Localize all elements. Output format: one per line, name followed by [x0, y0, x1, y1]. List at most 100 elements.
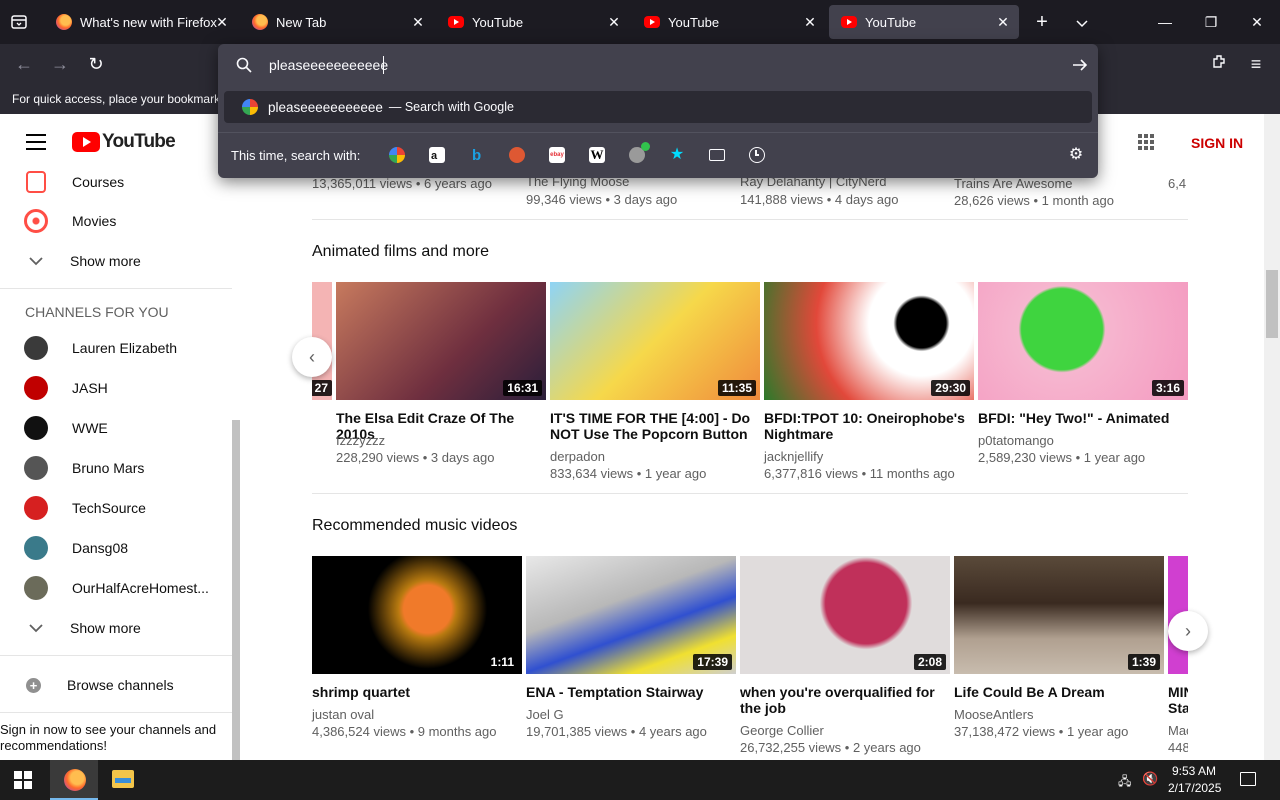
sidebar-item-courses[interactable]: Courses — [0, 162, 232, 202]
clock-date[interactable]: 2/17/2025 — [1168, 781, 1221, 795]
back-button[interactable]: ← — [12, 52, 36, 76]
video-card-partial[interactable]: MIN Sta Mac 448 — [1168, 556, 1188, 760]
video-thumbnail[interactable]: 1:39 — [954, 556, 1164, 674]
file-explorer-icon[interactable] — [112, 770, 134, 788]
channel-avatar — [24, 536, 48, 560]
google-icon[interactable] — [389, 147, 405, 163]
video-title[interactable]: BFDI: "Hey Two!" - Animated — [978, 410, 1188, 426]
video-title[interactable]: IT'S TIME FOR THE [4:00] - Do NOT Use Th… — [550, 410, 760, 442]
search-suggestion-row[interactable]: pleaseeeeeeeeeee — Search with Google — [224, 91, 1092, 123]
page-scrollbar[interactable] — [1264, 114, 1280, 760]
bing-icon[interactable]: b — [469, 147, 485, 164]
history-icon[interactable] — [749, 147, 765, 163]
video-thumbnail[interactable]: 1:11 — [312, 556, 522, 674]
search-with-label: This time, search with: — [231, 148, 361, 163]
video-meta: 13,365,011 views • 6 years ago — [312, 176, 492, 191]
sidebar-channel[interactable]: JASH — [0, 368, 232, 408]
video-thumbnail[interactable]: 29:30 — [764, 282, 974, 400]
sign-in-button[interactable]: SIGN IN — [1191, 135, 1243, 151]
apps-grid-icon[interactable] — [1138, 134, 1154, 150]
windows-start-icon[interactable] — [14, 771, 32, 789]
youtube-logo-text: YouTube — [102, 131, 176, 152]
clock-time[interactable]: 9:53 AM — [1172, 764, 1216, 778]
scrollbar-thumb[interactable] — [1266, 270, 1278, 338]
video-title[interactable]: MIN Sta — [1168, 684, 1188, 716]
tab-youtube-2[interactable]: YouTube ✕ — [632, 5, 826, 39]
firefox-icon — [252, 14, 268, 30]
carousel-next-button[interactable]: › — [1168, 611, 1208, 651]
minimize-button[interactable]: — — [1142, 0, 1188, 44]
video-duration: 17:39 — [693, 654, 732, 670]
url-input[interactable]: pleaseeeeeeeeeee — [222, 48, 1094, 82]
close-tab-icon[interactable]: ✕ — [410, 14, 426, 30]
video-title[interactable]: BFDI:TPOT 10: Oneirophobe's Nightmare — [764, 410, 974, 442]
tab-whats-new[interactable]: What's new with Firefox ✕ — [44, 5, 238, 39]
video-channel[interactable]: MooseAntlers — [954, 707, 1033, 722]
extension-search-icon[interactable] — [629, 142, 650, 163]
notification-icon[interactable] — [1240, 772, 1256, 786]
firefox-taskbar-button[interactable] — [50, 760, 98, 800]
sidebar-item-movies[interactable]: Movies — [0, 201, 232, 241]
guide-menu-icon[interactable] — [26, 134, 46, 150]
reload-button[interactable]: ↻ — [84, 52, 108, 76]
close-tab-icon[interactable]: ✕ — [995, 14, 1011, 30]
youtube-logo[interactable]: YouTube — [72, 131, 176, 153]
video-title[interactable]: ENA - Temptation Stairway — [526, 684, 736, 700]
forward-button[interactable]: → — [48, 52, 72, 76]
video-channel[interactable]: Trains Are Awesome — [954, 176, 1073, 191]
video-channel[interactable]: derpadon — [550, 449, 605, 464]
video-channel[interactable]: p0tatomango — [978, 433, 1054, 448]
sidebar-show-more-2[interactable]: Show more — [0, 608, 232, 648]
video-channel[interactable]: jacknjellify — [764, 449, 823, 464]
video-duration: 1:11 — [486, 654, 518, 670]
sidebar-show-more-1[interactable]: Show more — [0, 241, 232, 281]
sidebar-channel[interactable]: TechSource — [0, 488, 232, 528]
close-window-button[interactable]: ✕ — [1234, 0, 1280, 44]
close-tab-icon[interactable]: ✕ — [214, 14, 230, 30]
video-channel[interactable]: George Collier — [740, 723, 824, 738]
section-title: Animated films and more — [312, 243, 489, 260]
video-channel[interactable]: Joel G — [526, 707, 564, 722]
duckduckgo-icon[interactable] — [509, 147, 525, 163]
video-thumbnail[interactable]: 2:08 — [740, 556, 950, 674]
video-meta: 99,346 views • 3 days ago — [526, 192, 678, 207]
tab-youtube-active[interactable]: YouTube ✕ — [829, 5, 1019, 39]
carousel-prev-button[interactable]: ‹ — [292, 337, 332, 377]
go-arrow-icon[interactable] — [1072, 57, 1088, 73]
video-thumbnail[interactable]: 3:16 — [978, 282, 1188, 400]
maximize-button[interactable]: ❐ — [1188, 0, 1234, 44]
video-title[interactable]: when you're overqualified for the job — [740, 684, 950, 716]
video-thumbnail[interactable]: 11:35 — [550, 282, 760, 400]
volume-muted-icon[interactable]: 🔇 — [1142, 771, 1160, 787]
app-menu-button[interactable]: ≡ — [1244, 52, 1268, 76]
sidebar-channel[interactable]: Bruno Mars — [0, 448, 232, 488]
video-channel[interactable]: Mac — [1168, 723, 1188, 738]
tabs-icon[interactable] — [709, 149, 725, 161]
close-tab-icon[interactable]: ✕ — [606, 14, 622, 30]
extensions-icon[interactable] — [1208, 52, 1232, 76]
sidebar-channel[interactable]: Lauren Elizabeth — [0, 328, 232, 368]
video-thumbnail[interactable]: 16:31 — [336, 282, 546, 400]
tab-youtube-1[interactable]: YouTube ✕ — [436, 5, 630, 39]
bookmarks-icon[interactable]: ★ — [669, 147, 685, 163]
sidebar-channel[interactable]: WWE — [0, 408, 232, 448]
wikipedia-icon[interactable]: W — [589, 147, 605, 163]
video-title[interactable]: shrimp quartet — [312, 684, 522, 700]
search-settings-gear-icon[interactable]: ⚙ — [1068, 147, 1084, 163]
list-all-tabs-button[interactable] — [1059, 0, 1105, 44]
video-thumbnail[interactable]: 17:39 — [526, 556, 736, 674]
ebay-icon[interactable]: ebay — [549, 147, 565, 163]
browse-channels-item[interactable]: + Browse channels — [0, 665, 232, 705]
sidebar-channel[interactable]: Dansg08 — [0, 528, 232, 568]
chevron-down-icon — [29, 257, 43, 266]
video-title[interactable]: Life Could Be A Dream — [954, 684, 1164, 700]
network-icon[interactable]: 🖧 — [1118, 772, 1134, 788]
tab-new-tab[interactable]: New Tab ✕ — [240, 5, 434, 39]
video-channel[interactable]: Izzzyzzz — [336, 433, 385, 448]
close-tab-icon[interactable]: ✕ — [802, 14, 818, 30]
sidebar-scrollbar[interactable] — [232, 420, 240, 760]
tab-list-icon[interactable] — [10, 13, 28, 31]
amazon-icon[interactable]: a — [429, 147, 445, 163]
sidebar-channel[interactable]: OurHalfAcreHomest... — [0, 568, 232, 608]
video-channel[interactable]: justan oval — [312, 707, 374, 722]
